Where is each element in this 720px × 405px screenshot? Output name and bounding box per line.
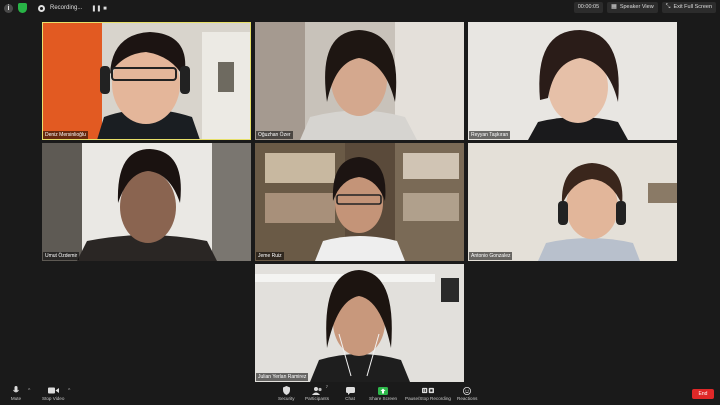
video-tile-2[interactable]: Oğuzhan Özer — [255, 22, 464, 140]
speaker-view-button[interactable]: ▦ Speaker View — [607, 2, 658, 13]
reactions-label: Reactions — [457, 396, 478, 401]
chat-button[interactable]: Chat — [344, 386, 356, 401]
participant-name: Oğuzhan Özer — [256, 131, 293, 139]
video-tile-5[interactable]: Jeme Ruiz — [255, 143, 464, 261]
video-tile-4[interactable]: Umut Özdemir — [42, 143, 251, 261]
pause-stop-recording-button[interactable]: Pause/Stop Recording — [405, 386, 451, 401]
participants-icon: 7 — [311, 384, 328, 395]
participants-count: 7 — [325, 384, 328, 389]
participant-1-video — [42, 22, 251, 140]
exit-full-screen-icon: ⤡ — [665, 4, 671, 10]
encryption-shield-icon[interactable] — [18, 3, 27, 13]
security-label: Security — [278, 396, 295, 401]
chat-bubble-icon — [344, 386, 356, 395]
chat-label: Chat — [345, 396, 355, 401]
video-options-caret-icon[interactable]: ^ — [68, 388, 70, 394]
audio-options-caret-icon[interactable]: ^ — [28, 388, 30, 394]
participants-label: Participants — [305, 396, 330, 401]
participant-name: Umut Özdemir — [43, 252, 80, 260]
video-tile-3[interactable]: Reyyan Taşkıran — [468, 22, 677, 140]
share-screen-icon — [377, 386, 389, 395]
reactions-button[interactable]: Reactions — [457, 386, 477, 401]
exit-full-screen-button[interactable]: ⤡ Exit Full Screen — [661, 2, 716, 13]
speaker-view-label: Speaker View — [619, 4, 654, 10]
exit-full-screen-label: Exit Full Screen — [673, 4, 712, 10]
participants-button[interactable]: 7 Participants — [305, 384, 330, 401]
meeting-status-group: i Recording... ❚❚ ■ — [4, 2, 107, 14]
meeting-info-icon[interactable]: i — [4, 3, 13, 13]
reactions-smiley-icon — [461, 386, 473, 395]
microphone-icon — [10, 386, 22, 395]
recording-icon — [38, 4, 45, 12]
share-screen-label: Share Screen — [369, 396, 398, 401]
stop-video-label: Stop Video — [42, 396, 65, 401]
recording-label: Recording... — [50, 5, 83, 11]
meeting-timer: 00:00:05 — [573, 2, 604, 13]
video-camera-icon — [47, 386, 59, 395]
participant-name: Deniz Mersinlioğlu — [43, 131, 88, 139]
meeting-toolbar: Mute ^ Stop Video ^ Security 7 Participa… — [0, 383, 720, 405]
participant-4-video — [42, 143, 251, 261]
participant-2-video — [255, 22, 464, 140]
grid-icon: ▦ — [611, 4, 617, 10]
shield-icon — [280, 386, 292, 395]
participant-name: Julian Yerlan Ramirez — [256, 373, 309, 381]
participant-name: Jeme Ruiz — [256, 252, 284, 260]
recording-pause-stop-controls[interactable]: ❚❚ ■ — [91, 5, 106, 12]
participant-name: Antonio Gonzalez — [469, 252, 513, 260]
share-screen-button[interactable]: Share Screen — [369, 386, 397, 401]
view-controls: 00:00:05 ▦ Speaker View ⤡ Exit Full Scre… — [573, 2, 716, 13]
security-button[interactable]: Security — [278, 386, 295, 401]
meeting-top-bar: i Recording... ❚❚ ■ 00:00:05 ▦ Speaker V… — [0, 0, 720, 16]
video-tile-1[interactable]: Deniz Mersinlioğlu — [42, 22, 251, 140]
video-tile-6[interactable]: Antonio Gonzalez — [468, 143, 677, 261]
participant-7-video — [255, 264, 464, 382]
participant-5-video — [255, 143, 464, 261]
mute-label: Mute — [10, 396, 22, 401]
participant-6-video — [468, 143, 677, 261]
participant-3-video — [468, 22, 677, 140]
end-meeting-button[interactable]: End — [692, 389, 714, 399]
participant-name: Reyyan Taşkıran — [469, 131, 511, 139]
stop-video-button[interactable]: Stop Video — [42, 386, 64, 401]
video-tile-7[interactable]: Julian Yerlan Ramirez — [255, 264, 464, 382]
mute-button[interactable]: Mute — [10, 386, 22, 401]
pause-recording-label: Pause/Stop Recording — [405, 396, 451, 401]
pause-stop-icon — [421, 386, 434, 395]
